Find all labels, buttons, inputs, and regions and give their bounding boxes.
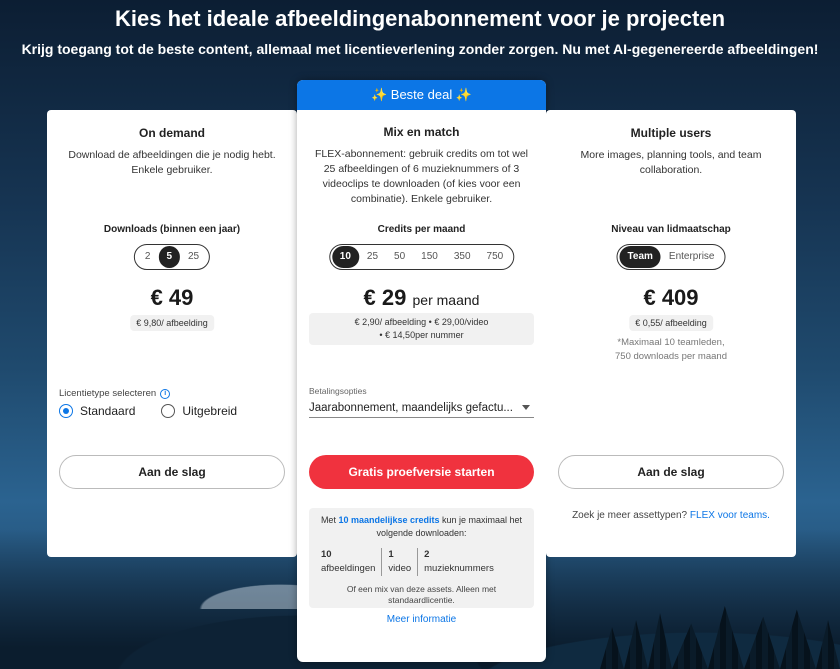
plan-card-mix-match: ✨ Beste deal ✨ Mix en match FLEX-abonnem… (297, 80, 546, 662)
download-info-box: Met 10 maandelijkse credits kun je maxim… (309, 508, 534, 608)
team-note: *Maximaal 10 teamleden, 750 downloads pe… (615, 337, 727, 362)
count-images: 10 afbeeldingen (321, 549, 376, 574)
membership-selector-label: Niveau van lidmaatschap (611, 224, 731, 235)
plan-price: € 409 (643, 285, 699, 310)
plan-description: FLEX-abonnement: gebruik credits om tot … (314, 148, 529, 205)
radio-checked-icon (59, 404, 73, 418)
plan-description: Download de afbeeldingen die je nodig he… (68, 149, 276, 176)
billing-options-label: Betalingsopties (309, 386, 367, 396)
more-info-link[interactable]: Meer informatie (297, 614, 546, 625)
plan-description: More images, planning tools, and team co… (580, 149, 762, 176)
membership-option-enterprise[interactable]: Enterprise (661, 246, 723, 268)
info-text: Met 10 maandelijkse credits kun je maxim… (320, 515, 523, 538)
license-extended-radio[interactable]: Uitgebreid (161, 404, 237, 418)
membership-option-team[interactable]: Team (619, 246, 661, 268)
credits-selector: 10 25 50 150 350 750 (328, 244, 515, 270)
plan-price: € 49 (150, 285, 194, 310)
start-free-trial-button[interactable]: Gratis proefversie starten (309, 455, 534, 489)
plan-title: On demand (138, 126, 205, 140)
license-type-label: Licentietype selecteren i (59, 388, 171, 399)
credits-option-25[interactable]: 25 (359, 246, 386, 268)
more-asset-types-text: Zoek je meer assettypen? FLEX voor teams… (572, 510, 770, 521)
credits-option-150[interactable]: 150 (413, 246, 446, 268)
downloads-option-2[interactable]: 2 (137, 246, 159, 268)
plan-price: € 29 per maand (363, 285, 480, 310)
credits-option-50[interactable]: 50 (386, 246, 413, 268)
page-title: Kies het ideale afbeeldingenabonnement v… (114, 6, 726, 31)
plan-card-on-demand: On demand Download de afbeeldingen die j… (47, 110, 297, 557)
license-type-radio-group: Standaard Uitgebreid (59, 404, 237, 418)
page-subtitle: Krijg toegang tot de beste content, alle… (21, 41, 819, 57)
downloads-selector: 2 5 25 (133, 244, 211, 270)
get-started-button[interactable]: Aan de slag (59, 455, 285, 489)
info-footer: Of een mix van deze assets. Alleen met s… (346, 584, 497, 605)
credits-option-750[interactable]: 750 (479, 246, 512, 268)
count-video: 1 video (381, 548, 417, 576)
downloads-option-5[interactable]: 5 (158, 246, 180, 268)
plan-card-multiple-users: Multiple users More images, planning too… (546, 110, 796, 557)
get-started-button[interactable]: Aan de slag (558, 455, 784, 489)
downloads-selector-label: Downloads (binnen een jaar) (103, 224, 241, 235)
dropdown-caret-icon (522, 405, 530, 410)
price-breakdown: € 2,90/ afbeelding • € 29,00/video • € 1… (309, 313, 534, 345)
price-per-image: € 9,80/ afbeelding (130, 315, 214, 331)
credits-option-10[interactable]: 10 (331, 246, 359, 268)
info-icon[interactable]: i (160, 388, 171, 399)
price-per-image: € 0,55/ afbeelding (629, 315, 713, 331)
flex-for-teams-link[interactable]: FLEX voor teams. (690, 510, 770, 521)
count-music: 2 muzieknummers (417, 548, 500, 576)
billing-options-select[interactable]: Jaarabonnement, maandelijks gefactu... (309, 398, 534, 418)
radio-unchecked-icon (161, 404, 176, 418)
credits-selector-label: Credits per maand (377, 224, 466, 235)
download-counts: 10 afbeeldingen 1 video 2 muzieknummers (315, 548, 528, 576)
license-standard-radio[interactable]: Standaard (59, 404, 135, 418)
credits-option-350[interactable]: 350 (446, 246, 479, 268)
downloads-option-25[interactable]: 25 (180, 246, 207, 268)
membership-selector: Team Enterprise (616, 244, 726, 270)
plan-title: Mix en match (383, 125, 460, 139)
best-deal-banner: ✨ Beste deal ✨ (297, 80, 546, 110)
plan-title: Multiple users (630, 126, 712, 140)
